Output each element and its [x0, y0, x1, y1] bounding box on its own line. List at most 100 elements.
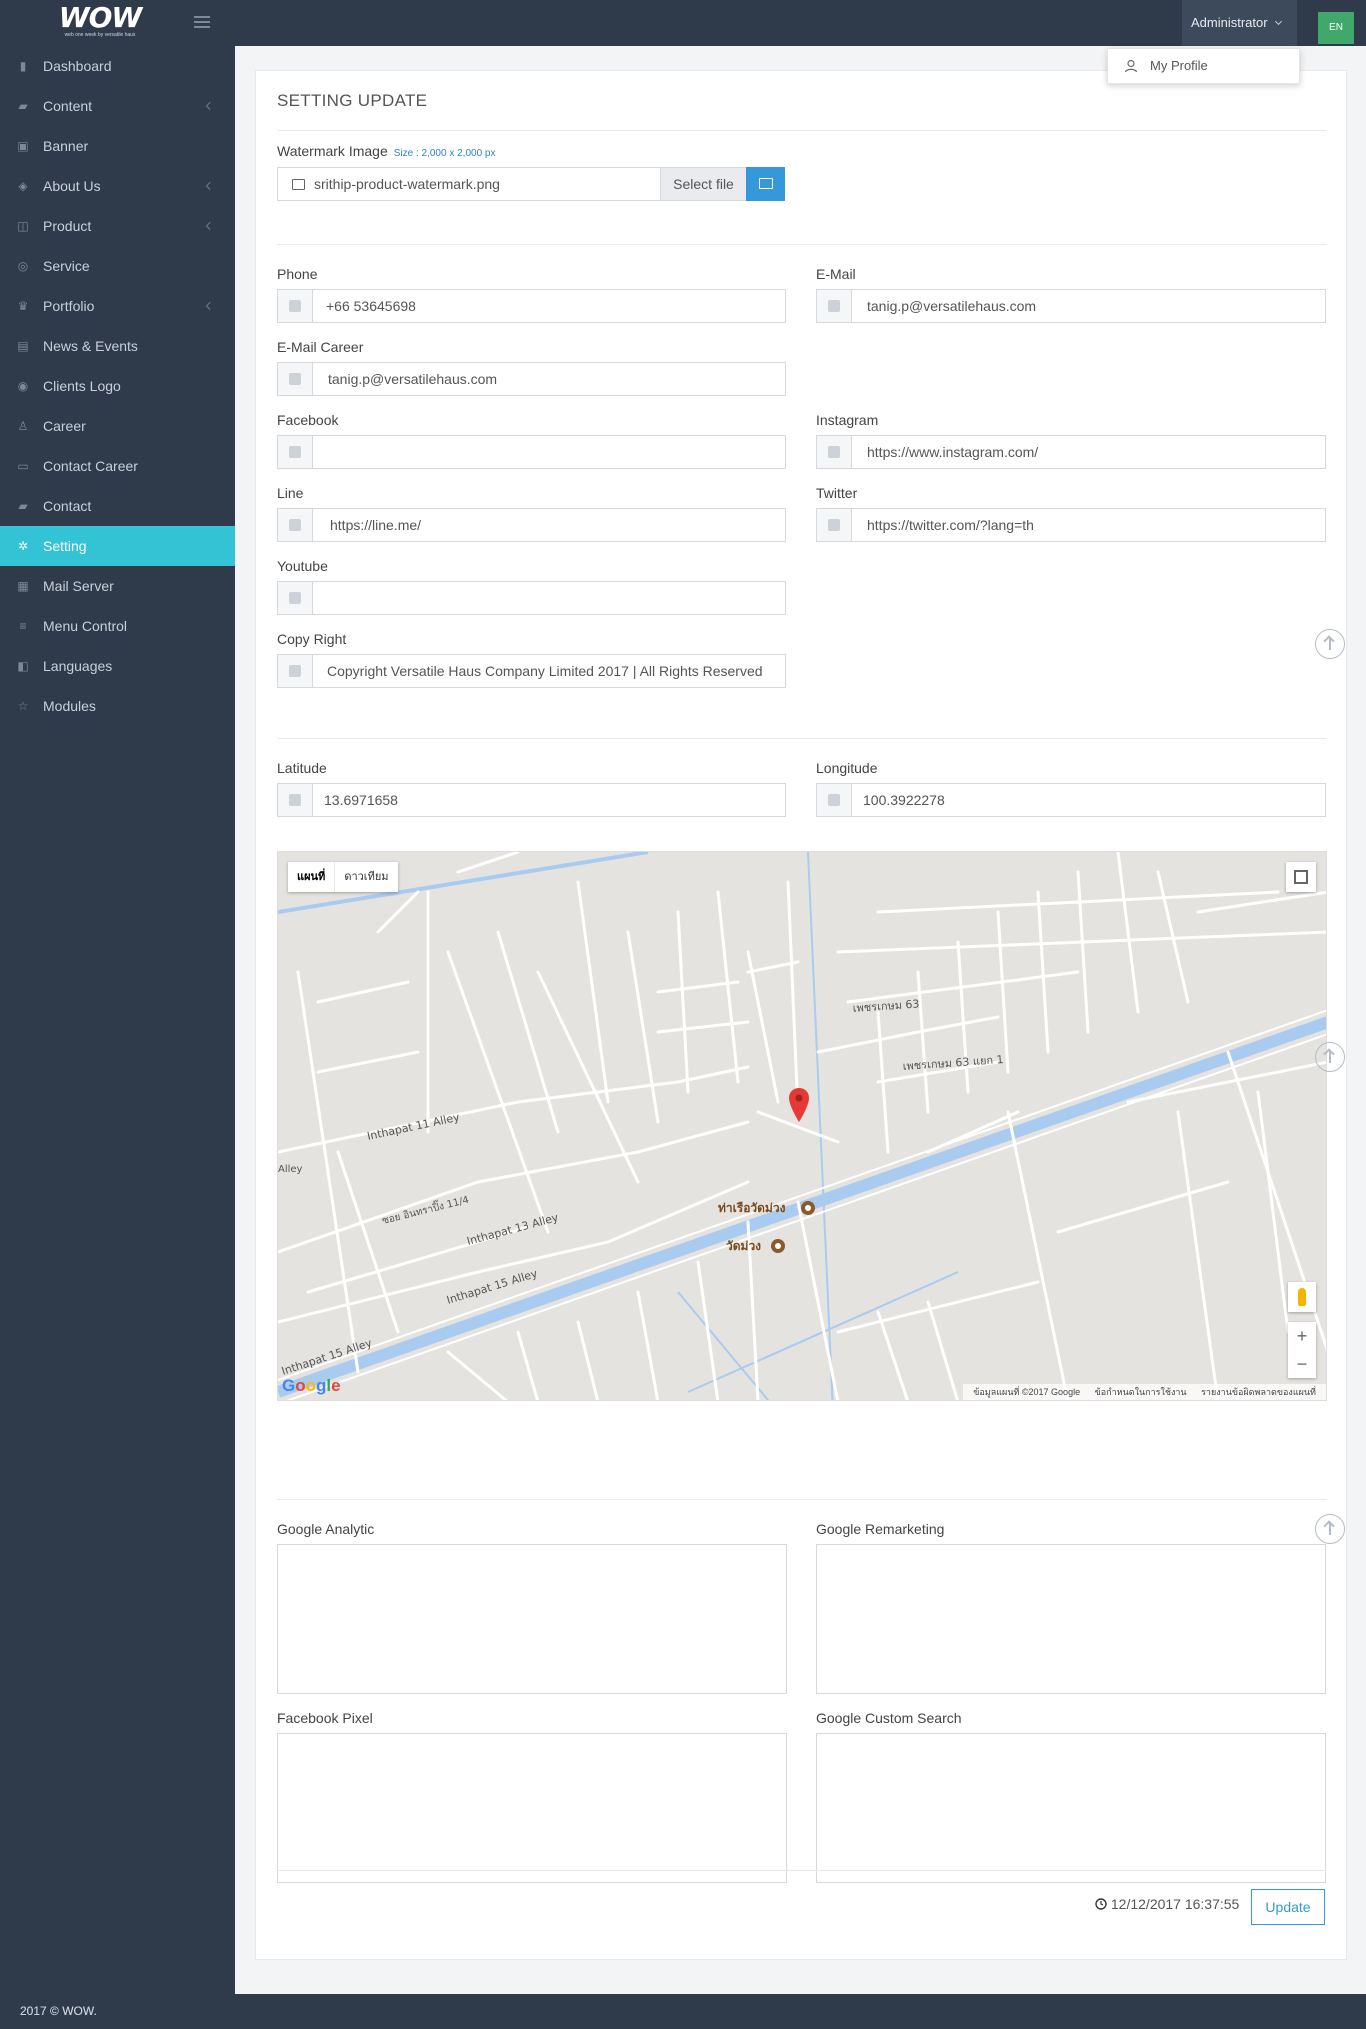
footer-copyright: 2017 © WOW. [20, 2004, 97, 2018]
line-value: https://line.me/ [330, 517, 422, 533]
sidebar-item-contact-career[interactable]: ▭ Contact Career [0, 446, 235, 486]
sidebar-item-label: News & Events [43, 338, 138, 354]
sidebar-item-label: Career [43, 418, 86, 434]
chevron-left-icon [205, 101, 215, 111]
map-report-error-link[interactable]: รายงานข้อผิดพลาดของแผนที่ [1201, 1387, 1316, 1397]
fullscreen-icon[interactable] [1286, 862, 1316, 892]
longitude-value: 100.3922278 [863, 792, 945, 808]
facebook-pixel-textarea[interactable] [277, 1733, 787, 1883]
zoom-out-button[interactable]: − [1288, 1350, 1316, 1378]
google-logo[interactable]: Google [282, 1376, 341, 1396]
preview-image-button[interactable] [746, 167, 785, 201]
envelope-icon [817, 290, 852, 322]
sidebar-item-career[interactable]: ♙ Career [0, 406, 235, 446]
logo-text: WOW [58, 1, 143, 34]
cart-icon: ◫ [17, 219, 29, 233]
email-value: tanig.p@versatilehaus.com [867, 298, 1037, 314]
sidebar-item-label: Banner [43, 138, 89, 154]
sidebar-item-label: Menu Control [43, 618, 128, 634]
youtube-field[interactable] [277, 581, 786, 615]
sidebar-item-languages[interactable]: ◧ Languages [0, 646, 235, 686]
sidebar-item-product[interactable]: ◫ Product [0, 206, 235, 246]
google-custom-search-textarea[interactable] [816, 1733, 1326, 1883]
sidebar-item-mail-server[interactable]: ▦ Mail Server [0, 566, 235, 606]
sidebar-item-contact[interactable]: ▰ Contact [0, 486, 235, 526]
copyright-field[interactable]: Copyright Versatile Haus Company Limited… [277, 654, 786, 688]
email-career-value: tanig.p@versatilehaus.com [328, 371, 498, 387]
divider [277, 1499, 1327, 1500]
phone-field[interactable]: +66 53645698 [277, 289, 786, 323]
newspaper-icon: ▤ [17, 339, 29, 353]
profile-menu-item[interactable]: My Profile [1107, 48, 1300, 84]
sidebar-item-portfolio[interactable]: ♛ Portfolio [0, 286, 235, 326]
sidebar-item-clients-logo[interactable]: ◉ Clients Logo [0, 366, 235, 406]
sidebar: ▮ Dashboard ▰ Content ▣ Banner ◈ About Us ◫ Produ… [0, 46, 235, 1986]
book-icon: ▰ [18, 499, 28, 513]
email-career-field[interactable]: tanig.p@versatilehaus.com [277, 362, 786, 396]
scroll-top-icon[interactable] [1315, 1042, 1345, 1072]
sidebar-item-dashboard[interactable]: ▮ Dashboard [0, 46, 235, 86]
longitude-field[interactable]: 100.3922278 [816, 783, 1326, 817]
user-icon [1124, 59, 1138, 73]
street-view-pegman-icon[interactable] [1288, 1282, 1316, 1312]
chevron-left-icon [205, 181, 215, 191]
copyright-label: Copy Right [277, 631, 347, 647]
sidebar-item-setting[interactable]: ✲ Setting [0, 526, 235, 566]
scroll-top-icon[interactable] [1315, 629, 1345, 659]
sidebar-item-menu-control[interactable]: ≡ Menu Control [0, 606, 235, 646]
my-profile-label: My Profile [1150, 58, 1208, 73]
sidebar-item-label: About Us [43, 178, 101, 194]
last-updated: 12/12/2017 16:37:55 [1095, 1896, 1239, 1912]
facebook-field[interactable] [277, 435, 786, 469]
email-label: E-Mail [816, 266, 856, 282]
menu-toggle-icon[interactable] [194, 16, 210, 28]
divider [277, 1870, 1327, 1871]
scroll-top-icon[interactable] [1315, 1514, 1345, 1544]
sidebar-item-modules[interactable]: ☆ Modules [0, 686, 235, 726]
google-analytic-textarea[interactable] [277, 1544, 787, 1694]
language-flag-icon[interactable]: EN [1318, 12, 1354, 44]
copyright-value: Copyright Versatile Haus Company Limited… [327, 663, 763, 679]
sidebar-item-news-events[interactable]: ▤ News & Events [0, 326, 235, 366]
line-label: Line [277, 485, 304, 501]
latitude-field[interactable]: 13.6971658 [277, 783, 786, 817]
map-label-road8: Alley [278, 1164, 303, 1175]
image-icon [292, 179, 305, 190]
person-icon: ♙ [17, 419, 29, 433]
map-terms-link[interactable]: ข้อกำหนดในการใช้งาน [1095, 1387, 1187, 1397]
footer-bar [235, 1994, 1366, 2029]
facebook-pixel-label: Facebook Pixel [277, 1710, 373, 1726]
update-button[interactable]: Update [1251, 1889, 1325, 1925]
watermark-label: Watermark Image Size : 2,000 x 2,000 px [277, 143, 495, 159]
brand-logo[interactable]: WOW web one week by versatile haus [58, 1, 143, 42]
line-field[interactable]: https://line.me/ [277, 508, 786, 542]
sidebar-item-service[interactable]: ◎ Service [0, 246, 235, 286]
settings-panel: SETTING UPDATE Watermark Image Size : 2,0… [255, 70, 1347, 1960]
map-type-satellite-button[interactable]: ดาวเทียม [335, 862, 397, 892]
size-note: Size : 2,000 x 2,000 px [393, 148, 496, 159]
sidebar-item-label: Product [43, 218, 92, 234]
email-field[interactable]: tanig.p@versatilehaus.com [816, 289, 1326, 323]
sidebar-item-label: Languages [43, 658, 113, 674]
select-file-button[interactable]: Select file [660, 167, 747, 201]
map-type-map-button[interactable]: แผนที่ [288, 862, 336, 892]
longitude-label: Longitude [816, 760, 878, 776]
twitter-field[interactable]: https://twitter.com/?lang=th [816, 508, 1326, 542]
admin-dropdown[interactable]: Administrator [1182, 0, 1297, 46]
sidebar-item-about-us[interactable]: ◈ About Us [0, 166, 235, 206]
map-marker-icon[interactable] [789, 1088, 809, 1122]
watermark-file-input: srithip-product-watermark.png Select fil… [277, 167, 785, 201]
instagram-field[interactable]: https://www.instagram.com/ [816, 435, 1326, 469]
sidebar-item-banner[interactable]: ▣ Banner [0, 126, 235, 166]
divider [277, 738, 1327, 739]
last-updated-time: 12/12/2017 16:37:55 [1110, 1896, 1240, 1912]
twitter-value: https://twitter.com/?lang=th [867, 517, 1034, 533]
google-map[interactable]: Inthapat 11 Alley Inthapat 13 Alley Inth… [277, 851, 1327, 1401]
phone-label: Phone [277, 266, 318, 282]
map-type-control: แผนที่ ดาวเทียม [288, 862, 398, 892]
zoom-in-button[interactable]: + [1288, 1322, 1316, 1350]
sidebar-item-content[interactable]: ▰ Content [0, 86, 235, 126]
twitter-label: Twitter [816, 485, 858, 501]
google-remarketing-textarea[interactable] [816, 1544, 1326, 1694]
watermark-filename-field[interactable]: srithip-product-watermark.png [277, 167, 661, 201]
